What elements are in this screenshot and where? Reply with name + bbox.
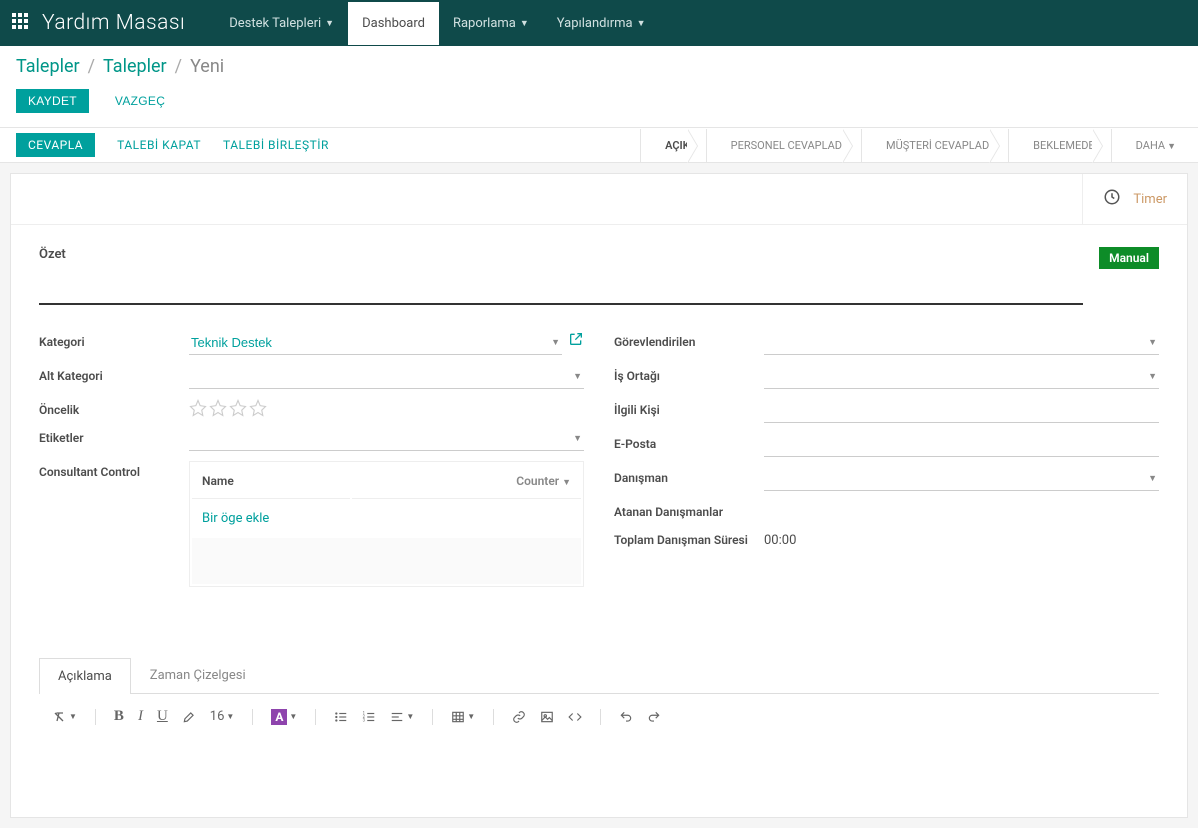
editor-area[interactable] bbox=[39, 735, 1159, 795]
summary-input[interactable] bbox=[39, 268, 1083, 305]
consultant-control-label: Consultant Control bbox=[39, 461, 189, 479]
tags-label: Etiketler bbox=[39, 427, 189, 445]
timer-label: Timer bbox=[1133, 192, 1167, 207]
category-select[interactable] bbox=[189, 331, 562, 355]
unordered-list-icon[interactable] bbox=[334, 710, 348, 724]
breadcrumb: Talepler / Talepler / Yeni bbox=[0, 46, 1198, 81]
close-ticket-button[interactable]: TALEBİ KAPAT bbox=[117, 138, 201, 152]
breadcrumb-link[interactable]: Talepler bbox=[103, 56, 167, 77]
star-icon[interactable] bbox=[229, 399, 247, 417]
ordered-list-icon[interactable]: 123 bbox=[362, 710, 376, 724]
assigned-select[interactable] bbox=[764, 331, 1159, 355]
brand-title: Yardım Masası bbox=[42, 11, 185, 35]
editor-toolbar: ▼ B I U 16▼ A▼ bbox=[39, 694, 1159, 735]
remove-format-icon[interactable]: ▼ bbox=[51, 709, 77, 725]
bold-button[interactable]: B bbox=[114, 708, 124, 725]
status-steps: AÇIK PERSONEL CEVAPLADI MÜŞTERİ CEVAPLAD… bbox=[640, 128, 1198, 162]
nav-item-dashboard[interactable]: Dashboard bbox=[348, 2, 439, 45]
nav-item-reporting[interactable]: Raporlama▼ bbox=[439, 2, 543, 45]
top-navbar: Yardım Masası Destek Talepleri▼ Dashboar… bbox=[0, 0, 1198, 46]
italic-button[interactable]: I bbox=[138, 708, 143, 725]
save-button[interactable]: KAYDET bbox=[16, 89, 89, 113]
status-step-pending[interactable]: BEKLEMEDE bbox=[1008, 129, 1111, 162]
person-input[interactable] bbox=[764, 399, 1159, 423]
advisor-label: Danışman bbox=[614, 467, 764, 485]
svg-text:3: 3 bbox=[363, 717, 366, 722]
form-sheet: Timer Özet Manual Kategori ▼ bbox=[10, 173, 1188, 818]
nav-item-config[interactable]: Yapılandırma▼ bbox=[543, 2, 660, 45]
partner-label: İş Ortağı bbox=[614, 365, 764, 383]
total-time-value: 00:00 bbox=[764, 529, 1159, 548]
code-icon[interactable] bbox=[568, 710, 582, 724]
clock-icon bbox=[1103, 188, 1121, 210]
status-bar: CEVAPLA TALEBİ KAPAT TALEBİ BİRLEŞTİR AÇ… bbox=[0, 127, 1198, 163]
align-icon[interactable]: ▼ bbox=[390, 710, 414, 724]
status-step-staff-replied[interactable]: PERSONEL CEVAPLADI bbox=[706, 129, 861, 162]
partner-select[interactable] bbox=[764, 365, 1159, 389]
timer-button[interactable]: Timer bbox=[1082, 174, 1187, 224]
star-icon[interactable] bbox=[249, 399, 267, 417]
external-link-icon[interactable] bbox=[568, 331, 584, 351]
subcategory-label: Alt Kategori bbox=[39, 365, 189, 383]
breadcrumb-current: Yeni bbox=[190, 56, 224, 77]
tab-timeline[interactable]: Zaman Çizelgesi bbox=[131, 657, 265, 693]
priority-stars[interactable] bbox=[189, 399, 584, 417]
advisor-select[interactable] bbox=[764, 467, 1159, 491]
font-size-select[interactable]: 16▼ bbox=[210, 709, 235, 724]
assigned-label: Görevlendirilen bbox=[614, 331, 764, 349]
breadcrumb-sep: / bbox=[88, 56, 95, 77]
tabs: Açıklama Zaman Çizelgesi bbox=[39, 657, 1159, 694]
undo-icon[interactable] bbox=[619, 710, 633, 724]
cc-col-name[interactable]: Name bbox=[192, 464, 350, 499]
breadcrumb-sep: / bbox=[175, 56, 182, 77]
table-icon[interactable]: ▼ bbox=[451, 710, 475, 724]
status-step-open[interactable]: AÇIK bbox=[640, 129, 706, 162]
reply-button[interactable]: CEVAPLA bbox=[16, 133, 95, 157]
add-item-link[interactable]: Bir öge ekle bbox=[192, 501, 581, 536]
chevron-down-icon: ▼ bbox=[562, 478, 571, 488]
nav-item-support[interactable]: Destek Talepleri▼ bbox=[215, 2, 348, 45]
merge-ticket-button[interactable]: TALEBİ BİRLEŞTİR bbox=[223, 138, 329, 152]
email-input[interactable] bbox=[764, 433, 1159, 457]
star-icon[interactable] bbox=[209, 399, 227, 417]
priority-label: Öncelik bbox=[39, 399, 189, 417]
discard-button[interactable]: VAZGEÇ bbox=[103, 89, 177, 113]
assigned-advisors-label: Atanan Danışmanlar bbox=[614, 501, 764, 519]
text-color-button[interactable]: A▼ bbox=[271, 709, 297, 725]
form-buttons-row: KAYDET VAZGEÇ bbox=[0, 81, 1198, 127]
person-label: İlgili Kişi bbox=[614, 399, 764, 417]
breadcrumb-link[interactable]: Talepler bbox=[16, 56, 80, 77]
category-label: Kategori bbox=[39, 331, 189, 349]
tags-select[interactable] bbox=[189, 427, 584, 451]
status-step-customer-replied[interactable]: MÜŞTERİ CEVAPLADI bbox=[861, 129, 1008, 162]
subcategory-select[interactable] bbox=[189, 365, 584, 389]
total-time-label: Toplam Danışman Süresi bbox=[614, 529, 764, 547]
table-row[interactable]: Bir öge ekle bbox=[192, 501, 581, 536]
image-icon[interactable] bbox=[540, 710, 554, 724]
underline-button[interactable]: U bbox=[157, 708, 168, 725]
star-icon[interactable] bbox=[189, 399, 207, 417]
status-step-more[interactable]: DAHA▼ bbox=[1111, 129, 1192, 162]
tab-description[interactable]: Açıklama bbox=[39, 658, 131, 694]
apps-icon[interactable] bbox=[12, 13, 28, 33]
summary-label: Özet bbox=[39, 247, 1083, 262]
consultant-control-table: Name Counter ▼ Bir öge ekle bbox=[189, 461, 584, 587]
manual-badge: Manual bbox=[1099, 247, 1159, 269]
cc-col-counter[interactable]: Counter ▼ bbox=[352, 464, 581, 499]
highlight-icon[interactable] bbox=[182, 710, 196, 724]
redo-icon[interactable] bbox=[647, 710, 661, 724]
email-label: E-Posta bbox=[614, 433, 764, 451]
table-footer-row bbox=[192, 538, 581, 584]
link-icon[interactable] bbox=[512, 710, 526, 724]
